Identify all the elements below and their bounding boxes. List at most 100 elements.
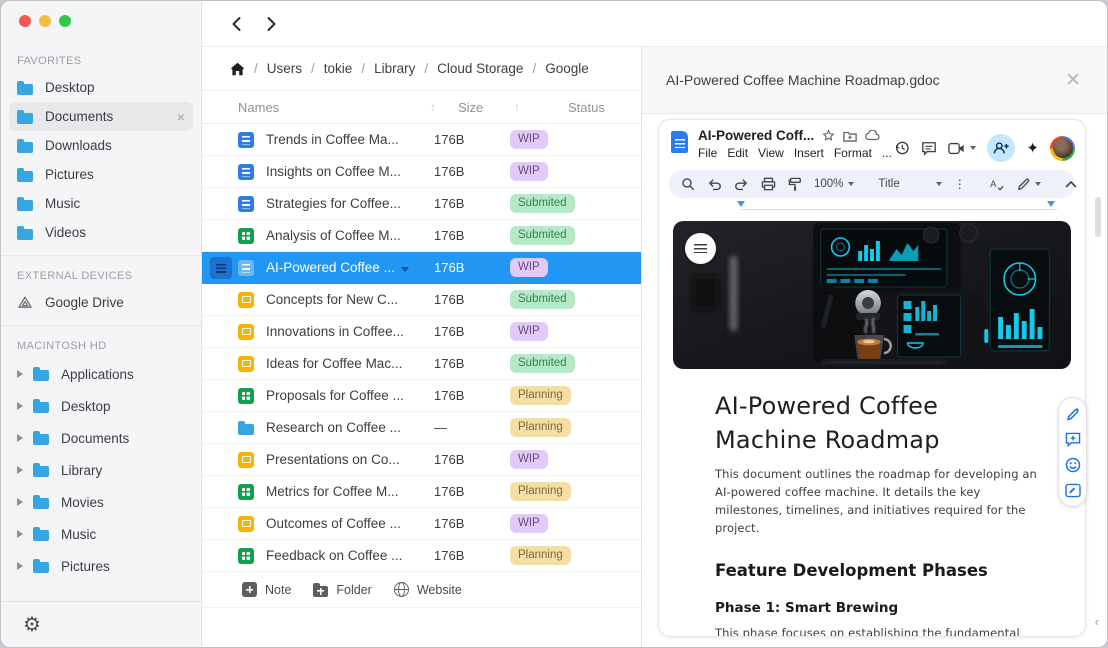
table-row[interactable]: Ideas for Coffee Mac... 176B Submited	[202, 348, 641, 380]
star-icon[interactable]	[822, 129, 835, 142]
sidebar-item-favorite[interactable]: Downloads ×	[9, 131, 193, 160]
menu-item[interactable]: Edit	[727, 146, 748, 160]
search-menus-icon[interactable]	[681, 177, 695, 191]
breadcrumb-segment-label[interactable]: tokie	[324, 61, 353, 76]
sidebar-item-hd-folder[interactable]: Music	[9, 518, 193, 550]
column-header-status[interactable]: Status	[568, 100, 605, 115]
spelling-check-icon[interactable]: A	[990, 178, 1005, 191]
sort-ascending-icon-size[interactable]: ↑	[514, 100, 542, 114]
drag-handle-icon[interactable]	[210, 257, 232, 279]
breadcrumb-segment-label[interactable]: Cloud Storage	[437, 61, 523, 76]
breadcrumb-segment-label[interactable]: Library	[374, 61, 415, 76]
table-row[interactable]: Presentations on Co... 176B WIP	[202, 444, 641, 476]
indent-marker-left[interactable]	[737, 201, 745, 207]
disclosure-triangle-icon[interactable]	[17, 498, 23, 506]
home-icon[interactable]	[230, 62, 245, 76]
file-name: Trends in Coffee Ma...	[266, 132, 434, 147]
collapse-toolbar-icon[interactable]	[1065, 180, 1077, 188]
table-row[interactable]: Concepts for New C... 176B Submited	[202, 284, 641, 316]
forward-button[interactable]	[265, 16, 278, 32]
sidebar-item-hd-folder[interactable]: Desktop	[9, 390, 193, 422]
back-button[interactable]	[230, 16, 243, 32]
share-button[interactable]	[987, 134, 1015, 162]
editing-mode-icon[interactable]	[1017, 178, 1041, 191]
settings-gear-icon[interactable]: ⚙	[23, 615, 41, 635]
table-row[interactable]: AI-Powered Coffee ... 176B WIP	[202, 252, 641, 284]
close-window-button[interactable]	[19, 15, 31, 27]
toolbar-overflow-icon[interactable]: ⋮	[954, 177, 966, 191]
help-me-write-icon[interactable]	[1065, 406, 1081, 422]
gdoc-title[interactable]: AI-Powered Coff...	[698, 128, 814, 143]
remove-favorite-icon[interactable]: ×	[177, 109, 185, 125]
disclosure-triangle-icon[interactable]	[17, 434, 23, 442]
image-options-button[interactable]	[685, 233, 716, 264]
print-icon[interactable]	[761, 177, 776, 191]
sort-ascending-icon-names[interactable]: ↑	[430, 100, 458, 114]
menu-item[interactable]: View	[758, 146, 784, 160]
redo-icon[interactable]	[734, 178, 749, 191]
table-row[interactable]: Research on Coffee ... — Planning	[202, 412, 641, 444]
sidebar-item-favorite[interactable]: Music ×	[9, 189, 193, 218]
sidebar-item-hd-folder[interactable]: Applications	[9, 358, 193, 390]
cloud-saved-icon[interactable]	[865, 130, 880, 141]
table-row[interactable]: Innovations in Coffee... 176B WIP	[202, 316, 641, 348]
gdoc-file-icon	[671, 131, 688, 153]
paragraph-style-select[interactable]: Title	[878, 178, 941, 190]
collapse-panel-icon[interactable]: ‹	[1095, 614, 1099, 629]
paint-format-icon[interactable]	[788, 177, 802, 192]
table-row[interactable]: Metrics for Coffee M... 176B Planning	[202, 476, 641, 508]
meet-camera-icon[interactable]	[948, 142, 976, 155]
gemini-sparkle-icon[interactable]: ✦	[1026, 139, 1039, 157]
table-row[interactable]: Proposals for Coffee ... 176B Planning	[202, 380, 641, 412]
suggest-edits-icon[interactable]	[1065, 483, 1081, 498]
table-row[interactable]: Analysis of Coffee M... 176B Submited	[202, 220, 641, 252]
account-avatar[interactable]	[1050, 136, 1075, 161]
move-to-folder-icon[interactable]	[843, 130, 857, 142]
sidebar-item-favorite[interactable]: Desktop ×	[9, 73, 193, 102]
add-comment-icon[interactable]	[1065, 432, 1081, 447]
zoom-select[interactable]: 100%	[814, 178, 854, 190]
sidebar-item-hd-folder[interactable]: Movies	[9, 486, 193, 518]
menu-item[interactable]: File	[698, 146, 717, 160]
preview-scrollbar-thumb[interactable]	[1095, 197, 1101, 237]
sidebar-item-google-drive[interactable]: Google Drive	[9, 288, 193, 317]
table-row[interactable]: Insights on Coffee M... 176B WIP	[202, 156, 641, 188]
create-item-button[interactable]: Folder	[313, 583, 371, 597]
disclosure-triangle-icon[interactable]	[17, 530, 23, 538]
close-preview-icon[interactable]: ✕	[1065, 71, 1081, 90]
column-header-names[interactable]: Names	[238, 100, 430, 115]
disclosure-triangle-icon[interactable]	[17, 466, 23, 474]
indent-marker-right[interactable]	[1047, 201, 1055, 207]
chevron-down-icon[interactable]	[401, 267, 409, 272]
sidebar-item-hd-folder[interactable]: Documents	[9, 422, 193, 454]
coffee-machine-hero-image[interactable]	[673, 221, 1071, 369]
create-item-button[interactable]: Note	[242, 582, 291, 597]
menu-item[interactable]: ...	[882, 146, 892, 160]
emoji-reaction-icon[interactable]	[1065, 457, 1081, 473]
table-row[interactable]: Feedback on Coffee ... 176B Planning	[202, 540, 641, 572]
minimize-window-button[interactable]	[39, 15, 51, 27]
preview-body: AI-Powered Coff...	[642, 114, 1107, 647]
create-item-button[interactable]: Website	[394, 582, 462, 597]
sidebar-item-favorite[interactable]: Pictures ×	[9, 160, 193, 189]
disclosure-triangle-icon[interactable]	[17, 402, 23, 410]
sidebar-item-hd-folder[interactable]: Library	[9, 454, 193, 486]
zoom-window-button[interactable]	[59, 15, 71, 27]
version-history-icon[interactable]	[894, 140, 910, 156]
disclosure-triangle-icon[interactable]	[17, 370, 23, 378]
column-header-size[interactable]: Size	[458, 100, 514, 115]
table-row[interactable]: Strategies for Coffee... 176B Submited	[202, 188, 641, 220]
sidebar-item-favorite[interactable]: Documents ×	[9, 102, 193, 131]
breadcrumb-segment-label[interactable]: Google	[545, 61, 589, 76]
undo-icon[interactable]	[707, 178, 722, 191]
sidebar-item-favorite[interactable]: Videos ×	[9, 218, 193, 247]
folder-icon	[33, 466, 49, 477]
table-row[interactable]: Trends in Coffee Ma... 176B WIP	[202, 124, 641, 156]
comments-icon[interactable]	[921, 141, 937, 156]
sidebar-item-hd-folder[interactable]: Pictures	[9, 550, 193, 582]
breadcrumb-segment-label[interactable]: Users	[267, 61, 302, 76]
menu-item[interactable]: Insert	[794, 146, 824, 160]
table-row[interactable]: Outcomes of Coffee ... 176B WIP	[202, 508, 641, 540]
disclosure-triangle-icon[interactable]	[17, 562, 23, 570]
menu-item[interactable]: Format	[834, 146, 872, 160]
